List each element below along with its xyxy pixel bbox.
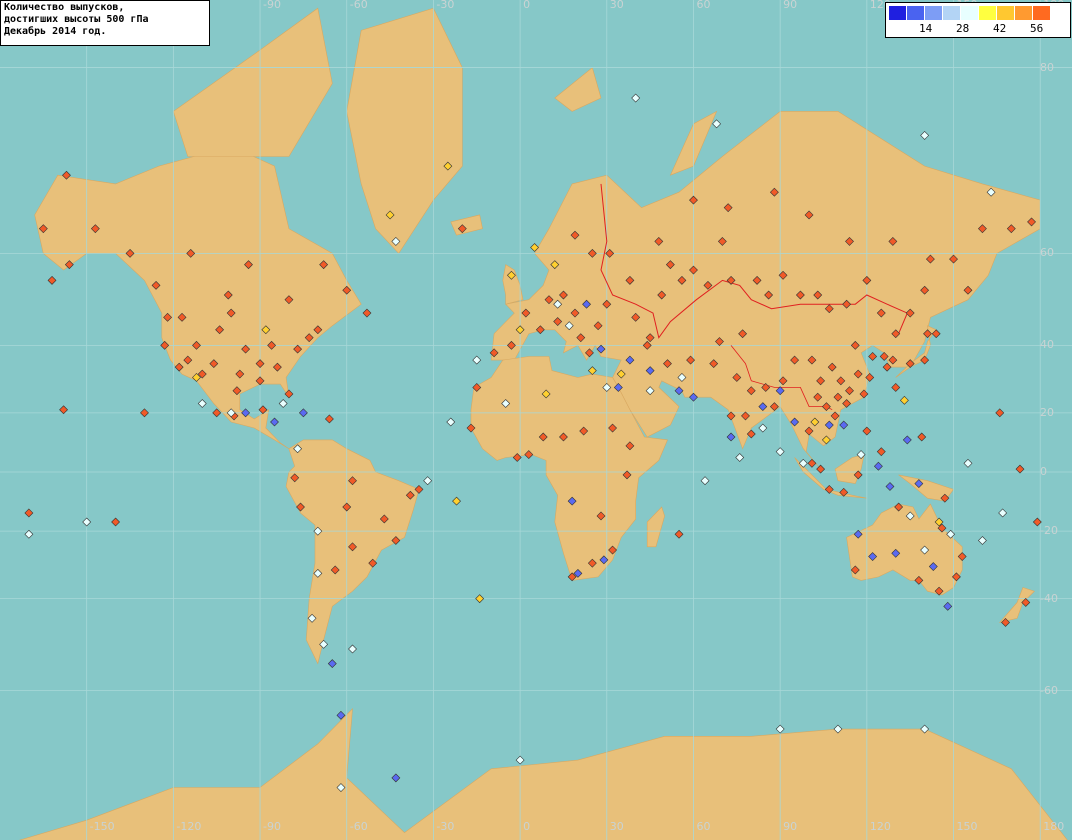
- lon-label: -30: [436, 0, 455, 11]
- legend-swatch: [961, 6, 979, 20]
- lat-label: -20: [1040, 524, 1058, 538]
- lon-label: 0: [523, 820, 531, 833]
- lon-label: -90: [263, 820, 282, 833]
- map-container: -150-150-120-120-90-90-60-60-30-30003030…: [0, 0, 1072, 840]
- lon-label: 60: [696, 820, 711, 833]
- legend-swatch: [979, 6, 997, 20]
- legend-label: 14: [919, 22, 933, 35]
- title-line-3: Декабрь 2014 год.: [4, 26, 107, 37]
- legend-swatch: [1033, 6, 1051, 20]
- legend-swatches: [889, 6, 1051, 20]
- title-line-2: достигших высоты 500 гПа: [4, 14, 149, 25]
- lat-label: 20: [1040, 405, 1054, 419]
- map-canvas: [0, 0, 1072, 840]
- lat-label: 0: [1040, 465, 1047, 478]
- legend-label: 56: [1030, 22, 1044, 35]
- lon-label: -90: [263, 0, 282, 11]
- lon-label: 180: [1043, 820, 1065, 833]
- lon-label: -60: [349, 820, 368, 833]
- legend-label: 28: [956, 22, 970, 35]
- lon-label: 0: [523, 0, 531, 11]
- lat-label: 40: [1040, 338, 1054, 352]
- lon-label: 120: [869, 820, 891, 833]
- legend-swatch: [907, 6, 925, 20]
- lon-label: 90: [783, 0, 798, 11]
- legend-swatch: [1015, 6, 1033, 20]
- title-line-1: Количество выпусков,: [4, 2, 125, 13]
- lat-label: -40: [1040, 591, 1058, 605]
- legend-swatch: [943, 6, 961, 20]
- legend: 14 28 42 56: [885, 2, 1071, 38]
- lon-label: 60: [696, 0, 711, 11]
- lat-label: -60: [1040, 683, 1058, 697]
- legend-swatch: [889, 6, 907, 20]
- legend-labels: 14 28 42 56: [889, 22, 1069, 36]
- lon-label: 30: [609, 820, 624, 833]
- lon-label: 30: [609, 0, 624, 11]
- title-box: Количество выпусков, достигших высоты 50…: [0, 0, 210, 46]
- lon-label: -60: [349, 0, 368, 11]
- legend-swatch: [925, 6, 943, 20]
- lat-label: 60: [1040, 246, 1054, 260]
- legend-label: 42: [993, 22, 1007, 35]
- lon-label: -150: [89, 820, 115, 833]
- legend-swatch: [997, 6, 1015, 20]
- lon-label: -120: [176, 820, 202, 833]
- lon-label: 90: [783, 820, 798, 833]
- lon-label: 150: [956, 820, 978, 833]
- lat-label: 80: [1040, 60, 1054, 74]
- lon-label: -30: [436, 820, 455, 833]
